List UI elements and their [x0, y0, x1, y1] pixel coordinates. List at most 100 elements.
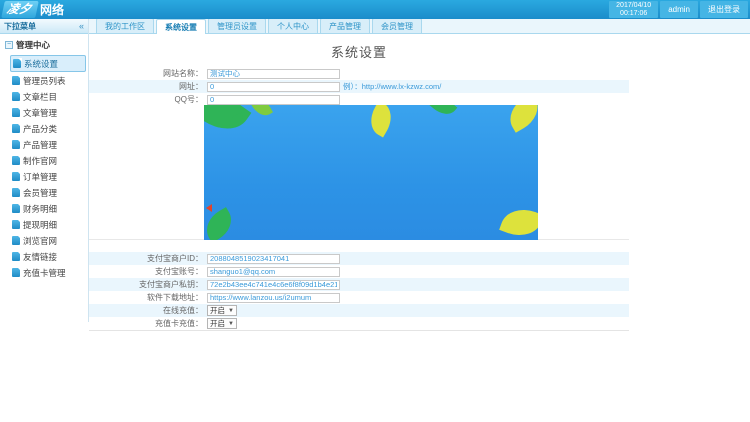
sidebar-item-6[interactable]: 制作官网: [10, 153, 86, 168]
collapse-group-icon[interactable]: −: [5, 41, 13, 49]
leaf-decoration: [503, 105, 538, 133]
sidebar-group-label: 管理中心: [16, 39, 50, 51]
form-row: 支付宝商户私钥：: [89, 278, 629, 291]
field-label: 支付宝商户私钥：: [89, 279, 207, 290]
sidebar-item-label: 文章管理: [23, 107, 57, 119]
sidebar-item-10[interactable]: 提现明细: [10, 217, 86, 232]
sidebar-item-label: 浏览官网: [23, 235, 57, 247]
username-button[interactable]: admin: [660, 1, 698, 18]
date-text: 2017/04/10: [616, 2, 651, 10]
main-content: 系统设置 网站名称：网址：例）：http://www.lx-kzwz.com/Q…: [89, 34, 629, 331]
sidebar-header: 下拉菜单 «: [0, 19, 88, 34]
app-header: 凌夕 网络 2017/04/10 00:17:06 admin 退出登录: [0, 0, 750, 19]
sidebar-item-4[interactable]: 产品分类: [10, 121, 86, 136]
sidebar-item-8[interactable]: 会员管理: [10, 185, 86, 200]
sidebar-item-label: 订单管理: [23, 171, 57, 183]
field-input-1[interactable]: [207, 82, 340, 92]
select-value: 开启: [210, 318, 225, 329]
app-logo: 凌夕 网络: [3, 0, 64, 19]
sidebar-item-9[interactable]: 财务明细: [10, 201, 86, 216]
document-icon: [12, 236, 20, 245]
sidebar-item-label: 友情链接: [23, 251, 57, 263]
datetime-display: 2017/04/10 00:17:06: [609, 1, 658, 18]
leaf-decoration: [499, 203, 538, 240]
sidebar-item-5[interactable]: 产品管理: [10, 137, 86, 152]
logout-button[interactable]: 退出登录: [700, 1, 748, 18]
field-input-11[interactable]: [207, 293, 340, 303]
document-icon: [12, 252, 20, 261]
document-icon: [12, 220, 20, 229]
document-icon: [12, 140, 20, 149]
sidebar-item-label: 系统设置: [24, 58, 58, 70]
tab-5[interactable]: 会员管理: [372, 18, 422, 33]
form-row: 在线充值：开启▼: [89, 304, 629, 317]
sidebar-item-7[interactable]: 订单管理: [10, 169, 86, 184]
chevron-down-icon: ▼: [228, 308, 234, 314]
tab-4[interactable]: 产品管理: [320, 18, 370, 33]
leaf-decoration: [429, 105, 458, 120]
form-row: 充值卡充值：开启▼: [89, 317, 629, 330]
field-select-12[interactable]: 开启▼: [207, 305, 237, 316]
leaf-decoration: [204, 207, 238, 240]
sidebar: 下拉菜单 « − 管理中心 系统设置管理员列表文章栏目文章管理产品分类产品管理制…: [0, 19, 89, 322]
field-select-13[interactable]: 开启▼: [207, 318, 237, 329]
sidebar-item-0[interactable]: 系统设置: [10, 55, 86, 72]
sidebar-item-label: 制作官网: [23, 155, 57, 167]
sidebar-item-11[interactable]: 浏览官网: [10, 233, 86, 248]
sidebar-item-1[interactable]: 管理员列表: [10, 73, 86, 88]
tab-0[interactable]: 我的工作区: [96, 18, 154, 33]
page-title: 系统设置: [89, 34, 629, 67]
form-row: 软件下载地址：: [89, 291, 629, 304]
field-label: 网址：: [89, 81, 207, 92]
select-value: 开启: [210, 305, 225, 316]
document-icon: [12, 172, 20, 181]
sidebar-item-label: 会员管理: [23, 187, 57, 199]
field-input-2[interactable]: [207, 95, 340, 105]
sidebar-item-3[interactable]: 文章管理: [10, 105, 86, 120]
field-input-0[interactable]: [207, 69, 340, 79]
field-label: 支付宝商户ID：: [89, 253, 207, 264]
document-icon: [12, 204, 20, 213]
form-row: 支付宝账号：: [89, 265, 629, 278]
tab-1[interactable]: 系统设置: [156, 19, 206, 34]
collapse-sidebar-icon[interactable]: «: [79, 21, 84, 31]
leaf-decoration: [364, 105, 398, 137]
document-icon: [12, 76, 20, 85]
tab-2[interactable]: 管理员设置: [208, 18, 266, 33]
field-input-8[interactable]: [207, 254, 340, 264]
logo-badge: 凌夕: [1, 1, 39, 18]
chevron-down-icon: ▼: [228, 321, 234, 327]
form-spacer: [89, 239, 629, 252]
document-icon: [12, 124, 20, 133]
document-icon: [12, 108, 20, 117]
leaf-decoration: [204, 105, 251, 141]
banner-image-preview[interactable]: [204, 105, 538, 240]
sidebar-group[interactable]: − 管理中心: [0, 34, 88, 54]
field-label: QQ号：: [89, 94, 207, 105]
sidebar-item-12[interactable]: 友情链接: [10, 249, 86, 264]
sidebar-item-label: 充值卡管理: [23, 267, 66, 279]
form-row: 支付宝商户ID：: [89, 252, 629, 265]
field-label: 软件下载地址：: [89, 292, 207, 303]
sidebar-item-label: 文章栏目: [23, 91, 57, 103]
time-text: 00:17:06: [620, 10, 647, 18]
field-label: 支付宝账号：: [89, 266, 207, 277]
field-input-9[interactable]: [207, 267, 340, 277]
field-hint: 例）：http://www.lx-kzwz.com/: [343, 81, 441, 92]
document-icon: [12, 188, 20, 197]
red-marker: [204, 204, 212, 212]
sidebar-item-13[interactable]: 充值卡管理: [10, 265, 86, 280]
sidebar-item-label: 产品管理: [23, 139, 57, 151]
sidebar-item-label: 产品分类: [23, 123, 57, 135]
sidebar-item-label: 财务明细: [23, 203, 57, 215]
tab-3[interactable]: 个人中心: [268, 18, 318, 33]
sidebar-title: 下拉菜单: [4, 21, 36, 32]
tab-strip: 我的工作区系统设置管理员设置个人中心产品管理会员管理: [89, 19, 750, 34]
document-icon: [12, 156, 20, 165]
field-label: 在线充值：: [89, 305, 207, 316]
sidebar-item-label: 提现明细: [23, 219, 57, 231]
sidebar-item-2[interactable]: 文章栏目: [10, 89, 86, 104]
field-input-10[interactable]: [207, 280, 340, 290]
document-icon: [12, 268, 20, 277]
form-row: 网址： 例）：http://www.lx-kzwz.com/: [89, 80, 629, 93]
